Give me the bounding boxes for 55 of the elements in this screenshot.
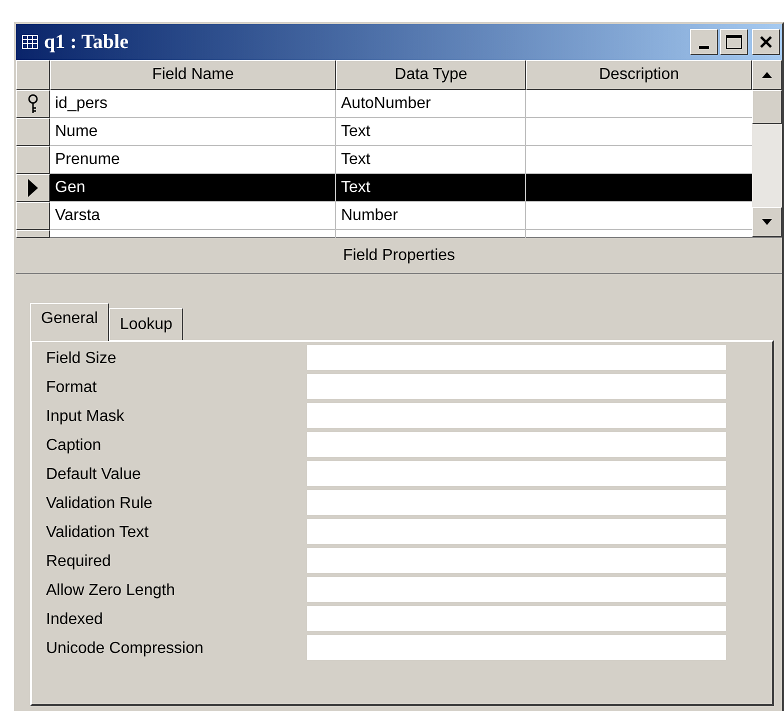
row-selector[interactable] bbox=[16, 174, 50, 202]
property-field[interactable] bbox=[307, 374, 726, 401]
property-field[interactable] bbox=[307, 519, 726, 546]
property-label: Required bbox=[46, 552, 112, 572]
row-selector[interactable] bbox=[16, 146, 50, 174]
column-header[interactable]: Field Name bbox=[50, 60, 336, 90]
property-label: Field Size bbox=[46, 348, 118, 368]
tab[interactable]: General bbox=[30, 303, 109, 341]
scroll-up-button[interactable] bbox=[752, 60, 782, 90]
property-label: Allow Zero Length bbox=[46, 580, 176, 600]
close-icon bbox=[759, 35, 773, 49]
property-field[interactable] bbox=[307, 548, 726, 575]
table-cell: Number bbox=[336, 202, 526, 230]
window-title: q1 : Table bbox=[44, 30, 128, 55]
property-field[interactable] bbox=[307, 577, 726, 604]
tab[interactable]: Lookup bbox=[108, 308, 184, 340]
property-label: Validation Text bbox=[46, 522, 150, 542]
table-icon bbox=[22, 35, 38, 49]
property-field[interactable] bbox=[307, 461, 726, 488]
current-row-icon bbox=[28, 179, 38, 197]
row-selector[interactable] bbox=[16, 90, 50, 118]
table-cell: Varsta bbox=[50, 202, 336, 230]
up-arrow-icon bbox=[762, 72, 772, 78]
row-selector[interactable] bbox=[16, 202, 50, 230]
table-row[interactable]: Varsta Number bbox=[16, 202, 752, 230]
property-label: Validation Rule bbox=[46, 494, 154, 514]
table-row[interactable]: Gen Text bbox=[16, 174, 752, 202]
down-arrow-icon bbox=[762, 219, 772, 225]
property-field[interactable] bbox=[307, 345, 726, 372]
property-label: Input Mask bbox=[46, 406, 126, 426]
property-field[interactable] bbox=[307, 432, 726, 459]
scroll-down-button[interactable] bbox=[752, 207, 782, 237]
maximize-button[interactable] bbox=[720, 29, 748, 55]
scroll-thumb[interactable] bbox=[752, 90, 782, 124]
close-button[interactable] bbox=[752, 29, 780, 55]
property-label: Caption bbox=[46, 436, 102, 456]
property-label: Format bbox=[46, 378, 98, 398]
table-row[interactable]: id_pers AutoNumber bbox=[16, 90, 752, 118]
property-label: Indexed bbox=[46, 610, 104, 630]
property-field[interactable] bbox=[307, 635, 726, 662]
column-header[interactable]: Data Type bbox=[336, 60, 526, 90]
property-label: Unicode Compression bbox=[46, 638, 204, 658]
section-title: Field Properties bbox=[342, 246, 456, 266]
column-header[interactable]: Description bbox=[526, 60, 752, 90]
property-label: Default Value bbox=[46, 464, 142, 484]
property-field[interactable] bbox=[307, 490, 726, 517]
key-icon bbox=[27, 94, 39, 114]
table-row[interactable]: Nume Text bbox=[16, 118, 752, 146]
property-field[interactable] bbox=[307, 403, 726, 430]
table-row[interactable]: Prenume Text bbox=[16, 146, 752, 174]
row-selector[interactable] bbox=[16, 230, 50, 238]
scrollbar[interactable] bbox=[752, 60, 782, 237]
minimize-button[interactable] bbox=[690, 29, 718, 55]
row-selector[interactable] bbox=[16, 118, 50, 146]
property-field[interactable] bbox=[307, 606, 726, 633]
